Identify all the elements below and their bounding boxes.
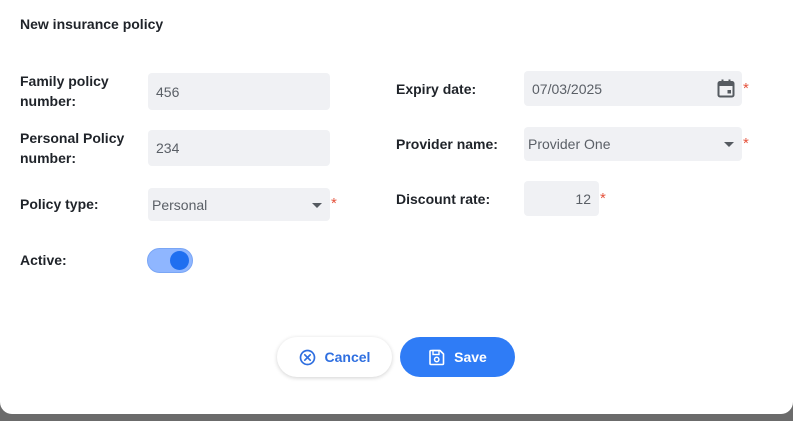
- calendar-icon[interactable]: [716, 78, 736, 102]
- dialog-title: New insurance policy: [20, 16, 164, 32]
- cancel-button[interactable]: Cancel: [277, 337, 392, 377]
- close-circle-icon: [299, 349, 315, 365]
- floppy-disk-icon: [429, 349, 445, 365]
- discount-rate-required-mark: *: [600, 190, 606, 207]
- personal-policy-value: 234: [156, 140, 180, 156]
- policy-type-required-mark: *: [331, 195, 337, 212]
- family-policy-label-line1: Family policy: [20, 73, 109, 89]
- cancel-button-label: Cancel: [324, 349, 371, 365]
- discount-rate-value: 12: [575, 190, 591, 207]
- provider-name-value: Provider One: [528, 136, 611, 152]
- save-button-label: Save: [454, 349, 487, 365]
- personal-policy-label-line2: number:: [20, 150, 76, 166]
- family-policy-input[interactable]: 456: [148, 73, 330, 110]
- provider-name-label: Provider name:: [396, 136, 498, 152]
- insurance-policy-dialog: New insurance policy Family policy numbe…: [0, 0, 793, 414]
- toggle-knob: [170, 251, 189, 270]
- expiry-date-label: Expiry date:: [396, 81, 477, 97]
- policy-type-value: Personal: [152, 196, 208, 213]
- chevron-down-icon: [724, 142, 734, 147]
- policy-type-select[interactable]: Personal: [148, 188, 330, 221]
- discount-rate-label: Discount rate:: [396, 191, 491, 207]
- policy-type-label: Policy type:: [20, 196, 99, 212]
- discount-rate-input[interactable]: 12: [524, 181, 599, 216]
- family-policy-label: Family policy number:: [20, 71, 109, 111]
- family-policy-value: 456: [156, 83, 180, 100]
- active-label: Active:: [20, 252, 67, 268]
- provider-name-required-mark: *: [743, 135, 749, 152]
- family-policy-label-line2: number:: [20, 93, 76, 109]
- save-button[interactable]: Save: [400, 337, 515, 377]
- expiry-date-required-mark: *: [743, 80, 749, 97]
- personal-policy-label-line1: Personal Policy: [20, 130, 125, 146]
- expiry-date-input[interactable]: 07/03/2025: [524, 71, 742, 106]
- expiry-date-value: 07/03/2025: [532, 80, 603, 97]
- personal-policy-input[interactable]: 234: [148, 130, 330, 166]
- personal-policy-label: Personal Policy number:: [20, 128, 124, 168]
- provider-name-select[interactable]: Provider One: [524, 127, 742, 161]
- active-toggle[interactable]: [147, 248, 193, 273]
- chevron-down-icon: [312, 202, 322, 208]
